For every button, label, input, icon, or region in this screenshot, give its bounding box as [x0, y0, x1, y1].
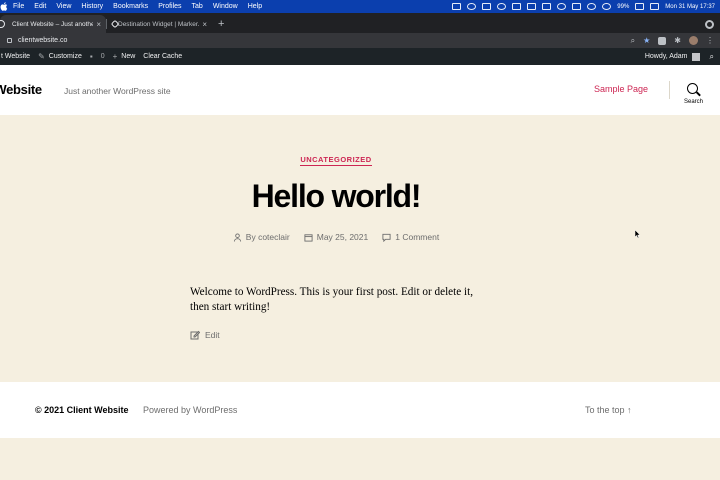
- macos-menubar: File Edit View History Bookmarks Profile…: [0, 0, 720, 13]
- post-date[interactable]: May 25, 2021: [304, 232, 368, 242]
- volume-icon[interactable]: [572, 3, 582, 10]
- bookmark-star-icon[interactable]: ★: [643, 36, 650, 45]
- post-content-area: UNCATEGORIZED Hello world! By coteclair …: [0, 115, 720, 382]
- battery-percent[interactable]: 99%: [617, 4, 629, 10]
- screen-record-icon[interactable]: [452, 3, 462, 10]
- admin-bar-account[interactable]: Howdy, Adam ⌕: [645, 52, 720, 62]
- menu-tab[interactable]: Tab: [187, 3, 208, 10]
- post-category: UNCATEGORIZED: [0, 155, 672, 166]
- comment-icon: ▪: [89, 52, 93, 61]
- dropbox-icon[interactable]: [512, 3, 522, 10]
- menu-profiles[interactable]: Profiles: [153, 3, 186, 10]
- text-status-icon[interactable]: [542, 3, 552, 10]
- mouse-cursor-icon: [635, 230, 640, 238]
- menu-window[interactable]: Window: [208, 3, 243, 10]
- admin-bar-new[interactable]: + New: [109, 52, 140, 61]
- control-center-icon[interactable]: [650, 3, 660, 10]
- globe-status-icon[interactable]: [497, 3, 507, 10]
- kebab-menu-icon[interactable]: ⋮: [706, 36, 714, 45]
- admin-search-icon[interactable]: ⌕: [710, 52, 714, 62]
- admin-bar-comments[interactable]: ▪ 0: [86, 52, 109, 61]
- post-body: Welcome to WordPress. This is your first…: [190, 286, 474, 313]
- menu-history[interactable]: History: [76, 3, 108, 10]
- post-title: Hello world!: [251, 178, 422, 214]
- menu-help[interactable]: Help: [243, 3, 267, 10]
- tab-close-icon[interactable]: ×: [96, 20, 101, 29]
- edit-post-link[interactable]: Edit: [190, 330, 220, 340]
- zoom-icon[interactable]: ⌕: [631, 36, 635, 46]
- post-comments[interactable]: 1 Comment: [382, 232, 439, 242]
- notes-status-icon[interactable]: [482, 3, 492, 10]
- post-author[interactable]: By coteclair: [233, 232, 290, 242]
- calendar-icon: [304, 233, 313, 242]
- drive-icon[interactable]: [527, 3, 537, 10]
- plus-icon: +: [112, 52, 118, 61]
- admin-bar-clear-cache[interactable]: Clear Cache: [139, 53, 186, 60]
- new-tab-button[interactable]: +: [212, 18, 230, 33]
- admin-bar-site-name[interactable]: t Website: [0, 53, 34, 60]
- search-label: Search: [684, 99, 704, 105]
- page-bottom-background: [0, 438, 720, 480]
- search-toggle-button[interactable]: Search: [680, 81, 708, 109]
- lock-icon[interactable]: [7, 38, 12, 43]
- menu-edit[interactable]: Edit: [29, 3, 51, 10]
- brush-icon: ✎: [38, 52, 45, 61]
- category-link[interactable]: UNCATEGORIZED: [300, 155, 372, 166]
- menu-file[interactable]: File: [8, 3, 29, 10]
- comments-count: 0: [100, 53, 105, 60]
- admin-bar-customize[interactable]: ✎ Customize: [34, 52, 86, 61]
- howdy-text: Howdy, Adam: [644, 53, 688, 60]
- to-the-top-link[interactable]: To the top ↑: [585, 405, 632, 415]
- menu-view[interactable]: View: [51, 3, 76, 10]
- footer-copyright[interactable]: © 2021 Client Website: [35, 405, 129, 415]
- wp-admin-bar: t Website ✎ Customize ▪ 0 + New Clear Ca…: [0, 48, 720, 65]
- menubar-clock[interactable]: Mon 31 May 17:37: [665, 4, 715, 10]
- user-icon: [233, 232, 241, 242]
- browser-toolbar: clientwebsite.co ⌕ ★ ✱ ⋮: [0, 33, 720, 48]
- site-description: Just another WordPress site: [64, 86, 171, 96]
- post-meta: By coteclair May 25, 2021 1 Comment: [0, 232, 672, 242]
- site-footer: © 2021 Client Website Powered by WordPre…: [0, 382, 720, 438]
- tab-title: Client Website – Just another W: [12, 20, 94, 28]
- battery-icon[interactable]: [635, 3, 645, 10]
- nav-separator: [669, 81, 670, 99]
- tab-destination-widget[interactable]: Destination Widget | Marker.io ×: [106, 15, 212, 33]
- nav-sample-page[interactable]: Sample Page: [594, 84, 648, 94]
- address-bar[interactable]: clientwebsite.co: [18, 37, 67, 44]
- gear-icon[interactable]: [705, 20, 714, 29]
- bluetooth-icon[interactable]: [587, 3, 597, 10]
- site-header: t Website Just another WordPress site Sa…: [0, 65, 720, 115]
- tab-client-website[interactable]: Client Website – Just another W ×: [0, 15, 106, 33]
- status-app-icon[interactable]: [467, 3, 477, 10]
- avatar: [691, 52, 700, 61]
- site-title[interactable]: t Website: [0, 82, 42, 97]
- powered-by-link[interactable]: Powered by WordPress: [143, 405, 237, 415]
- comment-bubble-icon: [382, 233, 391, 242]
- browser-tab-strip: Client Website – Just another W × Destin…: [0, 13, 720, 33]
- tab-close-icon[interactable]: ×: [202, 20, 207, 29]
- menu-bookmarks[interactable]: Bookmarks: [108, 3, 153, 10]
- profile-avatar[interactable]: [689, 36, 698, 45]
- tab-title: Destination Widget | Marker.io: [118, 20, 200, 28]
- extension-icon[interactable]: [658, 36, 667, 45]
- wordpress-favicon-icon: [0, 20, 5, 28]
- time-machine-icon[interactable]: [557, 3, 567, 10]
- puzzle-icon[interactable]: ✱: [674, 36, 681, 45]
- edit-icon: [190, 330, 200, 340]
- apple-icon[interactable]: [0, 2, 8, 11]
- wifi-icon[interactable]: [602, 3, 612, 10]
